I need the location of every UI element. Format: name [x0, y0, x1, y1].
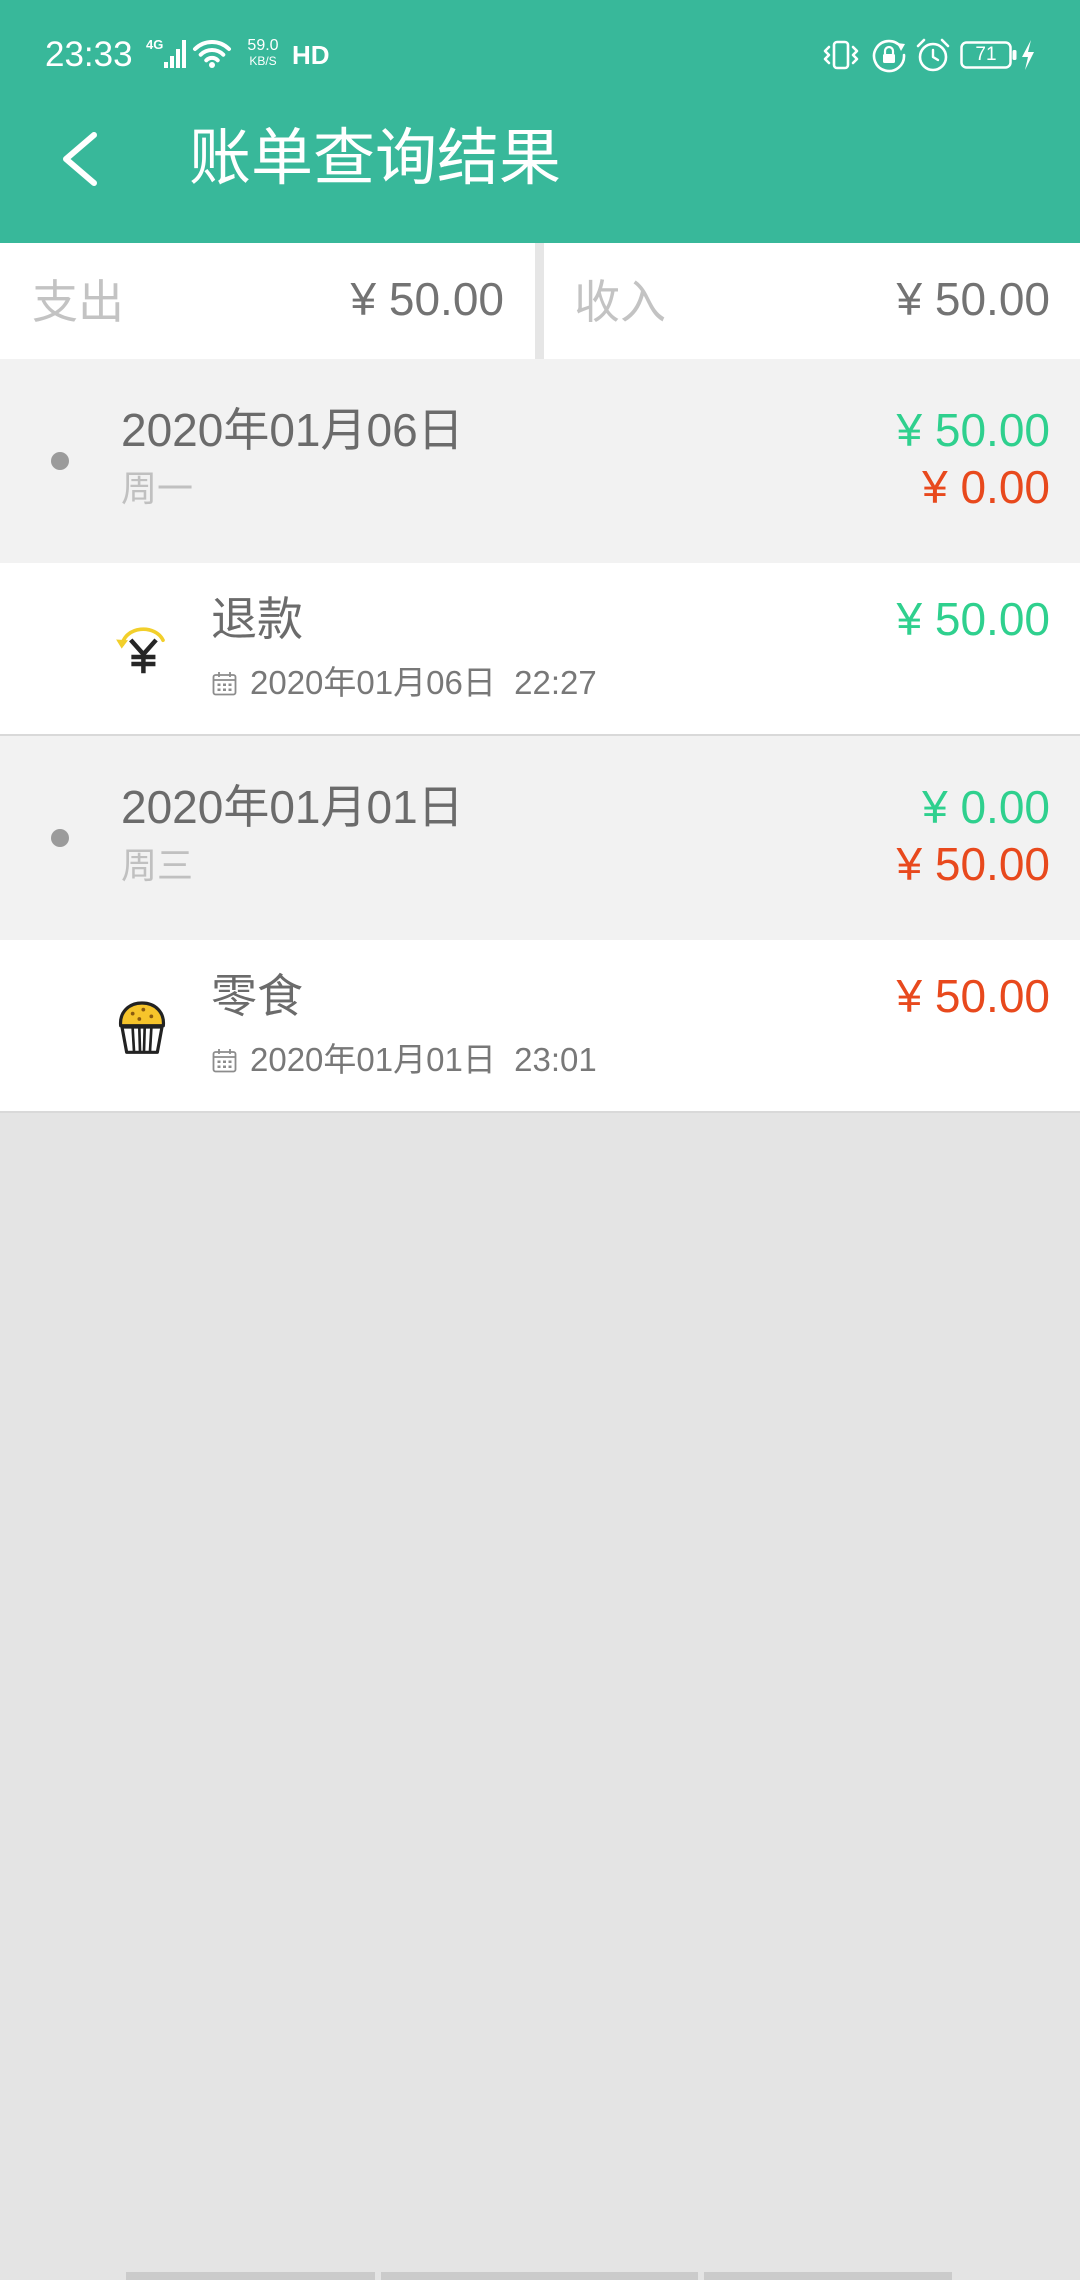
network-type-label: 4G [146, 37, 164, 52]
expense-summary: 支出 ¥ 50.00 [0, 243, 535, 359]
back-button[interactable] [44, 127, 116, 191]
income-label: 收入 [574, 275, 666, 329]
alarm-icon [916, 38, 950, 72]
bill-list: 2020年01月06日 周一 ¥ 50.00 ¥ 0.00 退款 2020年01… [0, 359, 1080, 1113]
entry-amount: ¥ 50.00 [896, 593, 1050, 645]
rotation-lock-icon [872, 39, 906, 73]
bottom-edge-segment [126, 2272, 375, 2280]
list-item[interactable]: 零食 2020年01月01日 23:01 ¥ 50.00 [0, 940, 1080, 1113]
day-date: 2020年01月06日 [121, 404, 464, 456]
network-speed: 59.0 KB/S [239, 37, 287, 69]
day-expense-total: ¥ 0.00 [922, 461, 1050, 513]
app-bar: 账单查询结果 [0, 110, 1080, 243]
expense-total-amount: ¥ 50.00 [350, 273, 504, 325]
entry-datetime: 2020年01月06日 22:27 [250, 664, 597, 701]
income-summary: 收入 ¥ 50.00 [544, 243, 1080, 359]
entry-amount: ¥ 50.00 [896, 970, 1050, 1022]
battery-icon: 71 [960, 41, 1018, 69]
muffin-icon [119, 1001, 165, 1054]
day-weekday: 周一 [121, 469, 194, 510]
refund-icon [116, 627, 165, 674]
calendar-icon [212, 672, 237, 696]
entry-datetime: 2020年01月01日 23:01 [250, 1041, 597, 1078]
summary-bar: 支出 ¥ 50.00 收入 ¥ 50.00 [0, 243, 1080, 359]
header: 23:33 4G 59.0 KB/S HD 71 账单查询结果 [0, 0, 1080, 243]
expense-label: 支出 [32, 275, 124, 329]
battery-level: 71 [975, 44, 997, 65]
day-weekday: 周三 [121, 846, 194, 887]
day-date: 2020年01月01日 [121, 781, 464, 833]
entry-category: 零食 [211, 969, 303, 1023]
wifi-icon [193, 39, 231, 68]
bottom-edge-segment [704, 2272, 952, 2280]
income-total-amount: ¥ 50.00 [896, 273, 1050, 325]
timeline-dot [51, 829, 69, 847]
network-speed-unit: KB/S [249, 54, 277, 68]
summary-divider [535, 243, 544, 359]
entry-category: 退款 [211, 592, 303, 646]
list-item[interactable]: 退款 2020年01月06日 22:27 ¥ 50.00 [0, 563, 1080, 736]
charging-icon [1022, 40, 1034, 70]
day-income-total: ¥ 0.00 [922, 781, 1050, 833]
day-expense-total: ¥ 50.00 [896, 838, 1050, 890]
status-time: 23:33 [45, 35, 133, 74]
bottom-edge-segment [381, 2272, 698, 2280]
day-header: 2020年01月06日 周一 ¥ 50.00 ¥ 0.00 [0, 359, 1080, 563]
day-header: 2020年01月01日 周三 ¥ 0.00 ¥ 50.00 [0, 736, 1080, 940]
calendar-icon [212, 1049, 237, 1073]
timeline-dot [51, 452, 69, 470]
signal-icon [164, 40, 186, 68]
network-speed-value: 59.0 [247, 37, 279, 54]
status-bar: 23:33 4G 59.0 KB/S HD 71 [0, 0, 1080, 110]
page-title: 账单查询结果 [189, 121, 562, 194]
chevron-left-icon [63, 132, 97, 186]
vibrate-icon [823, 40, 859, 70]
hd-label: HD [292, 40, 330, 70]
day-income-total: ¥ 50.00 [896, 404, 1050, 456]
